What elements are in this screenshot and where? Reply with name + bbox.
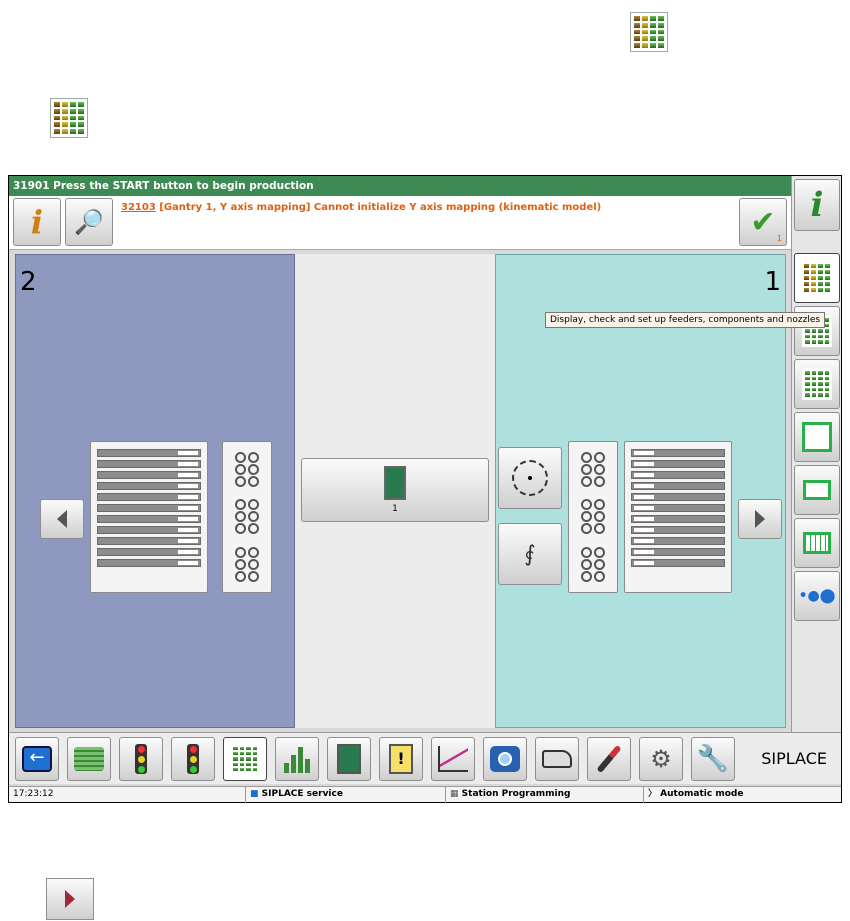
alignment-crosshair-icon [803, 480, 831, 500]
status-station: ▦ Station Programming [445, 787, 643, 803]
feeder-grid-icon [50, 98, 88, 138]
message-text: 32103 [Gantry 1, Y axis mapping] Cannot … [121, 202, 601, 213]
probe-icon [596, 744, 622, 774]
camera-icon [490, 746, 520, 772]
bottom-toolbar: ← ! ⚙ 🔧 SIPLACE [9, 732, 841, 784]
trend-chart-icon [438, 746, 468, 772]
arrow-left-icon [57, 510, 67, 528]
warning-documents-icon: ! [389, 744, 413, 774]
status-mode: 〉 Automatic mode [643, 787, 841, 803]
nozzle-button[interactable]: ⨐ [498, 523, 562, 585]
board-button[interactable]: 1 [301, 458, 489, 522]
placement-head-icon [512, 460, 548, 496]
acknowledge-button[interactable]: ✔ 1 [739, 198, 787, 246]
traffic-light-button[interactable] [119, 737, 163, 781]
hand-gear-icon: ⚙ [650, 745, 672, 773]
left-arrow-button[interactable] [40, 499, 84, 539]
exit-button[interactable]: ← [15, 737, 59, 781]
feeder-setup-button[interactable] [794, 253, 840, 303]
info-view-button[interactable]: i [794, 179, 840, 231]
search-icon: 🔎 [74, 208, 104, 236]
tool-probe-button[interactable] [587, 737, 631, 781]
exit-arrow-icon: ← [22, 746, 52, 772]
feeder-check-button[interactable] [794, 359, 840, 409]
camera-button[interactable] [483, 737, 527, 781]
component-dots-button[interactable]: •●⬤ [794, 571, 840, 621]
nozzle-icon: ⨐ [524, 541, 536, 567]
info-icon: i [30, 203, 44, 241]
pcb-icon [384, 466, 406, 500]
trend-button[interactable] [431, 737, 475, 781]
traffic-refresh-button[interactable] [171, 737, 215, 781]
nozzle-changer-right[interactable] [568, 441, 618, 593]
nozzle-cluster [580, 499, 606, 535]
ack-count: 1 [776, 234, 782, 243]
siplace-screen: 31901 Press the START button to begin pr… [8, 175, 842, 803]
nozzle-cluster [234, 499, 260, 535]
pcb-grid-button[interactable] [794, 518, 840, 568]
head-button[interactable] [498, 447, 562, 509]
status-mode-text: Automatic mode [660, 789, 744, 799]
user-icon: ■ [250, 789, 259, 799]
warning-button[interactable]: ! [379, 737, 423, 781]
multi-grid-icon [630, 12, 668, 52]
info-button[interactable]: i [13, 198, 61, 246]
info-icon: i [810, 185, 824, 225]
nozzle-cluster [580, 546, 606, 582]
settings-hand-button[interactable]: ⚙ [639, 737, 683, 781]
status-bar: 17:23:12 ■ SIPLACE service ▦ Station Pro… [9, 786, 841, 803]
pcb-grid-crosshair-icon [803, 532, 831, 554]
nozzle-cluster [234, 452, 260, 488]
station-icon: ▦ [450, 789, 459, 799]
money-stack-icon [74, 747, 104, 771]
brand-label: SIPLACE [761, 749, 827, 768]
component-dots-icon: •●⬤ [798, 588, 836, 604]
next-arrow-icon [46, 878, 94, 920]
pcb-fiducial-button[interactable] [794, 412, 840, 462]
status-time: 17:23:12 [13, 789, 54, 799]
feeder-grid-button[interactable] [223, 737, 267, 781]
feeder-check-icon [802, 368, 832, 400]
nozzle-cluster [580, 452, 606, 488]
pcb-crosshair-icon [802, 422, 832, 452]
service-button[interactable]: 🔧 [691, 737, 735, 781]
board-button-label: 1 [392, 504, 398, 514]
bar-chart-icon [284, 745, 310, 773]
nozzle-changer-left[interactable] [222, 441, 272, 593]
feeder-grid-icon [230, 744, 260, 774]
status-service-text: SIPLACE service [261, 789, 343, 799]
oil-can-button[interactable] [535, 737, 579, 781]
right-arrow-button[interactable] [738, 499, 782, 539]
message-code-link[interactable]: 32103 [121, 202, 156, 213]
arrow-right-icon [755, 510, 765, 528]
traffic-light-icon [135, 744, 147, 774]
feeder-bank-right[interactable] [624, 441, 732, 593]
money-button[interactable] [67, 737, 111, 781]
status-station-text: Station Programming [461, 789, 571, 799]
feeder-grid-icon [801, 261, 833, 295]
pcb-alignment-button[interactable] [794, 465, 840, 515]
message-bar: 31901 Press the START button to begin pr… [9, 176, 791, 196]
nozzle-cluster [234, 546, 260, 582]
gantry-2-panel: 2 [15, 254, 295, 728]
conveyor-panel: 1 [295, 254, 495, 728]
oil-can-icon [542, 750, 572, 768]
gantry-2-number: 2 [20, 267, 37, 297]
wrench-icon: 🔧 [696, 744, 730, 774]
gantry-1-number: 1 [764, 267, 781, 297]
bar-chart-button[interactable] [275, 737, 319, 781]
mode-icon: 〉 [648, 789, 658, 799]
board-layout-button[interactable] [327, 737, 371, 781]
check-icon: ✔ [750, 204, 776, 240]
feeder-bank-left[interactable] [90, 441, 208, 593]
status-service: ■ SIPLACE service [245, 787, 445, 803]
traffic-refresh-icon [187, 744, 199, 774]
search-button[interactable]: 🔎 [65, 198, 113, 246]
tooltip: Display, check and set up feeders, compo… [545, 312, 826, 328]
message-description: [Gantry 1, Y axis mapping] Cannot initia… [155, 202, 602, 213]
right-toolbar: i •●⬤ [791, 176, 841, 736]
board-layout-icon [337, 744, 361, 774]
